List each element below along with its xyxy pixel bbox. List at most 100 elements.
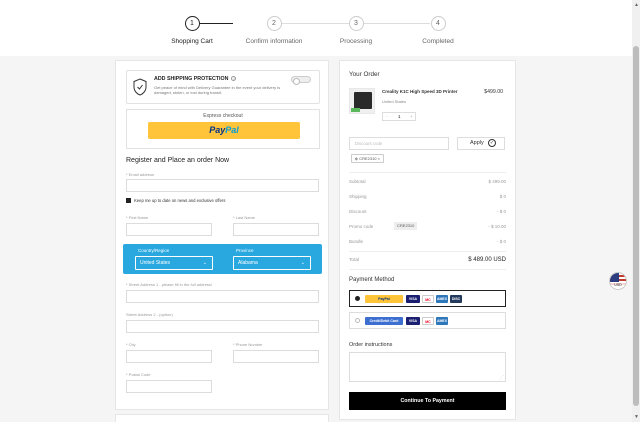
step-label: Processing [339, 38, 373, 45]
payment-method-title: Payment Method [349, 277, 395, 283]
summary-row-shipping: Shipping $ 0 [349, 194, 506, 199]
step-label: Confirm information [245, 38, 303, 45]
chevron-down-icon: ⌄ [202, 260, 207, 266]
step-processing: 3 Processing [311, 16, 401, 45]
scroll-down-icon[interactable]: ▼ [634, 414, 639, 420]
qty-minus-button[interactable]: - [386, 114, 388, 119]
info-icon[interactable]: i [231, 76, 237, 82]
first-name-label: * First Name [126, 215, 149, 220]
page-scrollbar[interactable]: ▲ ▼ [632, 0, 640, 422]
order-summary-panel: Your Order Creality K1C High Speed 3D Pr… [339, 60, 516, 420]
express-checkout-label: Express checkout [203, 113, 243, 119]
shipping-protection-title: ADD SHIPPING PROTECTION i [154, 76, 237, 82]
applied-coupon-chip: ⬖ CRE2310 × [351, 154, 384, 163]
product-image [349, 88, 375, 114]
email-label: * Email address [126, 172, 155, 177]
city-label: * City [126, 342, 136, 347]
mastercard-logo: MC [422, 317, 434, 325]
city-field[interactable] [126, 350, 212, 363]
promo-code-badge: CRE2310 [394, 222, 418, 230]
summary-label: Promo code [349, 224, 374, 229]
street1-field[interactable] [126, 290, 319, 303]
remove-coupon-icon[interactable]: × [378, 156, 380, 161]
applied-coupon-code: CRE2310 [359, 156, 377, 161]
summary-row-promo: Promo code CRE2310 - $ 10.00 [349, 222, 506, 230]
paypal-logo-pal: Pal [225, 125, 239, 135]
last-name-field[interactable] [233, 223, 319, 236]
summary-row-discount: Discount - $ 0 [349, 209, 506, 214]
printer-image [354, 92, 372, 109]
scrollbar-thumb[interactable] [633, 46, 639, 406]
chevron-down-icon: ⌄ [300, 260, 305, 266]
scroll-up-icon[interactable]: ▲ [634, 2, 639, 8]
street2-field[interactable] [126, 320, 319, 333]
divider [349, 269, 506, 270]
checkout-form-panel: ADD SHIPPING PROTECTION i Get peace of mi… [115, 60, 329, 410]
summary-label: Shipping [349, 194, 367, 199]
first-name-field[interactable] [126, 223, 212, 236]
paypal-button[interactable]: PayPal [148, 122, 300, 139]
order-instructions-textarea[interactable]: ⋰ [349, 352, 506, 382]
visa-logo: VISA [406, 317, 420, 325]
step-label: Shopping Cart [171, 38, 213, 45]
shipping-protection-toggle[interactable] [291, 76, 311, 85]
step-number: 1 [184, 16, 200, 31]
step-number: 4 [430, 16, 446, 31]
continue-to-payment-button[interactable]: Continue To Payment [349, 392, 506, 410]
currency-flag-button[interactable]: USD [609, 272, 627, 290]
country-select[interactable]: United States ⌄ [135, 256, 213, 270]
step-number: 3 [348, 16, 364, 31]
newsletter-label: Keep me up to date on news and exclusive… [134, 198, 226, 203]
apply-discount-button[interactable]: Apply ✓ [457, 137, 505, 150]
province-value: Alabama [238, 260, 258, 266]
divider [349, 172, 506, 173]
payment-option-paypal[interactable]: PayPal VISA MC AMEX DISC [349, 290, 506, 307]
summary-row-subtotal: Subtotal $ 499.00 [349, 179, 506, 184]
postal-code-field[interactable] [126, 380, 212, 393]
divider [349, 251, 506, 252]
summary-label: Bundle [349, 239, 364, 244]
total-value: $ 489.00 USD [468, 257, 506, 263]
email-field[interactable] [126, 179, 319, 192]
amex-logo: AMEX [436, 295, 448, 303]
province-select[interactable]: Alabama ⌄ [233, 256, 311, 270]
shipping-protection-description: Get peace of mind with Delivery Guarante… [154, 85, 281, 95]
shipping-protection-box: ADD SHIPPING PROTECTION i Get peace of mi… [126, 70, 320, 104]
mastercard-logo: MC [422, 295, 434, 303]
summary-label: Discount [349, 209, 367, 214]
payment-option-card[interactable]: Credit/Debit Card VISA MC AMEX [349, 312, 506, 329]
summary-value: - $ 0 [496, 209, 506, 214]
payment-radio[interactable] [355, 296, 360, 301]
summary-label: Subtotal [349, 179, 366, 184]
summary-row-total: Total $ 489.00 USD [349, 257, 506, 263]
country-label: Country/Region [138, 248, 170, 253]
qty-plus-button[interactable]: + [410, 114, 413, 119]
product-badge [351, 108, 360, 112]
country-province-block: Country/Region United States ⌄ Province A… [123, 244, 322, 274]
shipping-protection-title-text: ADD SHIPPING PROTECTION [154, 76, 229, 82]
order-instructions-title: Order instructions [349, 342, 393, 348]
step-number: 2 [266, 16, 282, 31]
summary-row-bundle: Bundle - $ 0 [349, 239, 506, 244]
newsletter-checkbox[interactable] [126, 198, 131, 203]
next-section-panel [115, 414, 329, 422]
register-title: Register and Place an order Now [126, 157, 230, 164]
resize-grip-icon[interactable]: ⋰ [499, 375, 504, 381]
summary-value: $ 0 [499, 194, 506, 199]
discount-code-input[interactable]: Discount code [349, 137, 449, 150]
apply-label: Apply [470, 140, 484, 146]
country-value: United States [140, 260, 171, 266]
payment-radio[interactable] [355, 318, 360, 323]
paypal-logo-pay: Pay [209, 125, 226, 135]
flag-canton [610, 273, 619, 282]
step-label: Completed [422, 38, 454, 45]
province-label: Province [236, 248, 254, 253]
qty-value: 1 [398, 114, 401, 119]
quantity-stepper: - 1 + [382, 112, 416, 121]
phone-field[interactable] [233, 350, 319, 363]
paypal-logo: PayPal [365, 295, 403, 303]
checkout-page: 1 Shopping Cart 2 Confirm information 3 … [0, 0, 640, 422]
visa-logo: VISA [406, 295, 420, 303]
summary-value: - $ 0 [496, 239, 506, 244]
check-circle-icon: ✓ [488, 139, 496, 147]
